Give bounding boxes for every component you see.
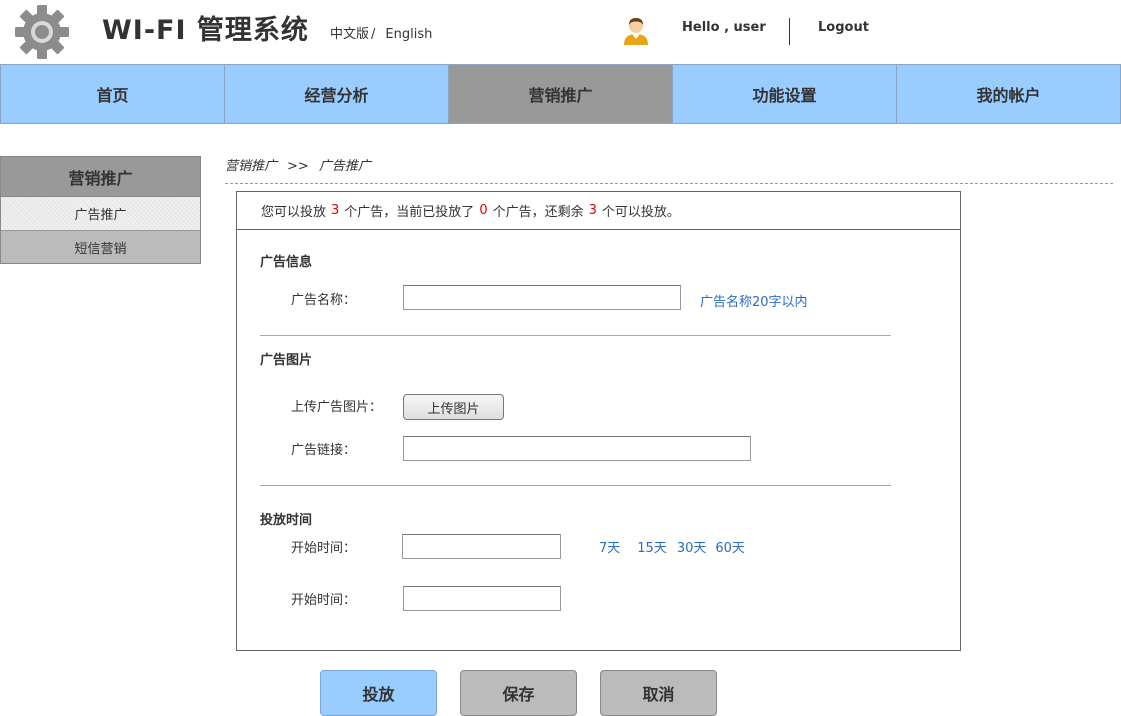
section-title-ad-info: 广告信息: [260, 255, 313, 270]
language-switcher: 中文版 / English: [330, 23, 432, 42]
sidebar: 营销推广 广告推广 短信营销: [0, 156, 201, 264]
upload-image-button[interactable]: 上传图片: [403, 394, 504, 420]
breadcrumb-current: 广告推广: [318, 159, 371, 174]
ad-quota-notice: 您可以投放 3 个广告，当前已投放了 0 个广告，还剩余 3 个可以投放。: [237, 192, 960, 230]
ad-name-label: 广告名称：: [291, 293, 357, 308]
user-avatar-icon: [624, 18, 648, 45]
cancel-button[interactable]: 取消: [600, 670, 717, 716]
ad-name-input[interactable]: [403, 285, 681, 310]
main-nav: 首页 经营分析 营销推广 功能设置 我的帐户: [0, 64, 1121, 124]
submit-ad-button[interactable]: 投放: [320, 670, 437, 716]
section-title-schedule: 投放时间: [260, 513, 313, 528]
sidebar-item-sms-marketing[interactable]: 短信营销: [1, 230, 200, 263]
breadcrumb-divider: [225, 183, 1113, 184]
breadcrumb: 营销推广 >> 广告推广: [225, 155, 371, 174]
preset-30-days-link[interactable]: 30天: [677, 541, 707, 556]
preset-15-days-link[interactable]: 15天: [637, 541, 667, 556]
nav-item-home[interactable]: 首页: [1, 65, 225, 123]
ad-form-panel: 您可以投放 3 个广告，当前已投放了 0 个广告，还剩余 3 个可以投放。 广告信息 广告名…: [236, 191, 961, 651]
lang-zh-link[interactable]: 中文版: [330, 27, 369, 42]
sidebar-item-ad-promotion[interactable]: 广告推广: [1, 197, 200, 230]
quota-text-2: 个广告，当前已投放了: [344, 205, 475, 220]
upload-image-label: 上传广告图片：: [291, 400, 383, 415]
nav-item-business-analysis[interactable]: 经营分析: [225, 65, 449, 123]
logout-link[interactable]: Logout: [818, 20, 869, 35]
quota-text-1: 您可以投放: [261, 205, 327, 220]
save-button[interactable]: 保存: [460, 670, 577, 716]
section-divider: [260, 485, 891, 486]
duration-presets: 7天 15天 30天 60天: [599, 537, 745, 556]
quota-text-3: 个广告，还剩余: [492, 205, 584, 220]
section-divider: [260, 335, 891, 336]
preset-60-days-link[interactable]: 60天: [715, 541, 745, 556]
nav-item-marketing[interactable]: 营销推广: [449, 65, 673, 123]
gear-icon: [15, 5, 69, 59]
quota-total: 3: [331, 203, 340, 218]
sidebar-title: 营销推广: [1, 157, 200, 197]
header-divider: [789, 18, 790, 45]
section-title-ad-image: 广告图片: [260, 353, 313, 368]
ad-link-label: 广告链接：: [291, 443, 357, 458]
quota-used: 0: [479, 203, 488, 218]
second-time-label: 开始时间：: [291, 593, 357, 608]
quota-remaining: 3: [588, 203, 597, 218]
lang-separator: /: [371, 27, 376, 42]
ad-link-input[interactable]: [403, 436, 751, 461]
nav-item-settings[interactable]: 功能设置: [673, 65, 897, 123]
quota-text-4: 个可以投放。: [601, 205, 680, 220]
app-title: WI-FI 管理系统: [102, 15, 309, 46]
start-time-label: 开始时间：: [291, 541, 357, 556]
start-time-input[interactable]: [402, 534, 561, 559]
second-time-input[interactable]: [403, 586, 561, 611]
nav-item-my-account[interactable]: 我的帐户: [897, 65, 1120, 123]
breadcrumb-separator: >>: [287, 159, 309, 174]
ad-name-hint: 广告名称20字以内: [700, 295, 808, 310]
lang-en-link[interactable]: English: [385, 27, 432, 42]
breadcrumb-parent[interactable]: 营销推广: [225, 159, 277, 174]
preset-7-days-link[interactable]: 7天: [599, 541, 620, 556]
user-greeting: Hello , user: [682, 20, 766, 35]
